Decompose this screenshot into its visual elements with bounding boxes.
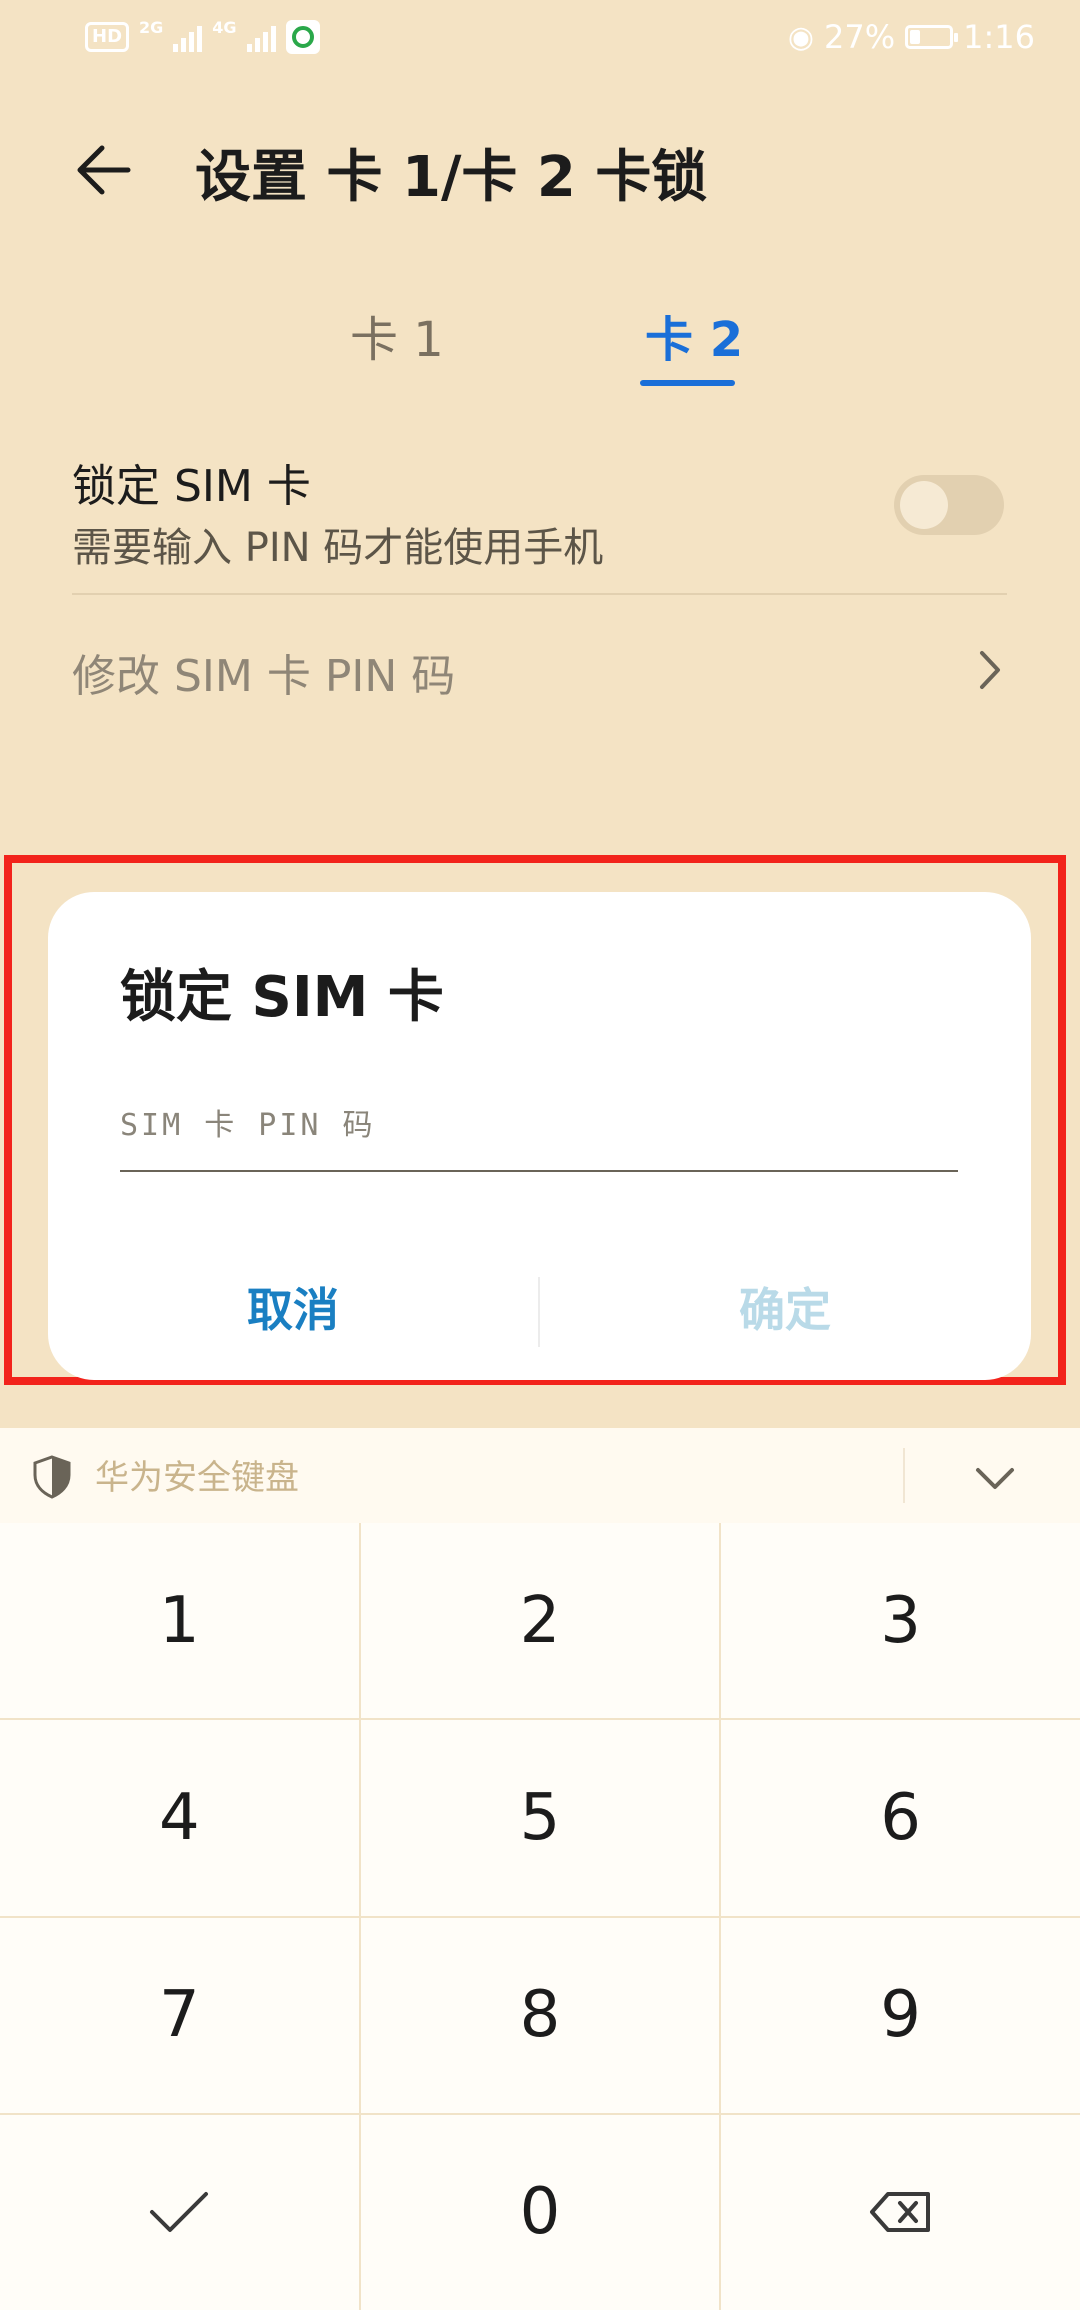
setting-change-pin[interactable]: 修改 SIM 卡 PIN 码 (72, 605, 1012, 725)
shield-icon (33, 1455, 71, 1499)
key-backspace[interactable] (721, 2114, 1080, 2310)
sim-pin-input[interactable] (120, 1092, 958, 1172)
key-1[interactable]: 1 (0, 1523, 359, 1719)
setting-lock-sim-title: 锁定 SIM 卡 (72, 461, 311, 512)
toggle-knob (900, 481, 948, 529)
secure-keyboard: 华为安全键盘 1 2 3 4 5 6 7 8 9 0 (0, 1428, 1080, 2310)
key-5[interactable]: 5 (360, 1720, 720, 1916)
dialog-title: 锁定 SIM 卡 (120, 965, 444, 1030)
lock-sim-dialog: 锁定 SIM 卡 取消 确定 (48, 892, 1031, 1380)
hd-badge: HD (85, 22, 130, 52)
key-3[interactable]: 3 (721, 1523, 1080, 1719)
dialog-buttons: 取消 确定 (48, 1252, 1031, 1362)
setting-change-pin-label: 修改 SIM 卡 PIN 码 (72, 651, 456, 702)
signal-icon (173, 22, 203, 52)
battery-percent: 27% (824, 18, 896, 56)
status-right: ◉ 27% 1:16 (788, 18, 1035, 56)
chevron-down-icon[interactable] (972, 1460, 1018, 1496)
network-type-2: 4G (212, 17, 237, 37)
key-4[interactable]: 4 (0, 1720, 359, 1916)
key-7[interactable]: 7 (0, 1917, 359, 2113)
status-bar: HD 2G 4G ◉ 27% 1:16 (0, 0, 1080, 80)
key-0[interactable]: 0 (360, 2114, 720, 2310)
eye-icon: ◉ (787, 19, 815, 55)
keyboard-label: 华为安全键盘 (95, 1458, 299, 1498)
checkmark-icon (150, 2192, 209, 2233)
numeric-keypad: 1 2 3 4 5 6 7 8 9 0 (0, 1523, 1080, 2310)
backspace-icon (869, 2192, 930, 2233)
tab-card-2[interactable]: 卡 2 (645, 300, 743, 370)
tab-indicator (640, 380, 735, 386)
status-left: HD 2G 4G (85, 17, 320, 54)
clock: 1:16 (963, 18, 1035, 56)
key-8[interactable]: 8 (360, 1917, 720, 2113)
screen: HD 2G 4G ◉ 27% 1:16 设置 卡 1/卡 2 卡锁 卡 1 卡 … (0, 0, 1080, 2310)
key-2[interactable]: 2 (360, 1523, 720, 1719)
chevron-right-icon (980, 651, 1000, 689)
network-type-1: 2G (139, 17, 164, 37)
setting-lock-sim[interactable]: 锁定 SIM 卡 需要输入 PIN 码才能使用手机 (72, 445, 1012, 595)
page-title: 设置 卡 1/卡 2 卡锁 (195, 145, 708, 210)
toolbar-divider (903, 1448, 905, 1503)
setting-lock-sim-subtitle: 需要输入 PIN 码才能使用手机 (72, 525, 604, 571)
cancel-button[interactable]: 取消 (48, 1252, 538, 1362)
battery-fill (910, 30, 921, 44)
arrow-left-icon[interactable] (70, 135, 140, 205)
signal-icon (246, 22, 276, 52)
confirm-button[interactable]: 确定 (540, 1252, 1030, 1362)
sim-tabs: 卡 1 卡 2 (0, 300, 1080, 390)
key-confirm[interactable] (0, 2114, 359, 2310)
carrier-logo-icon (285, 20, 320, 54)
key-9[interactable]: 9 (721, 1917, 1080, 2113)
lock-sim-toggle[interactable] (894, 475, 1004, 535)
divider (72, 593, 1007, 595)
tab-card-1[interactable]: 卡 1 (350, 300, 444, 370)
key-6[interactable]: 6 (721, 1720, 1080, 1916)
battery-icon (905, 25, 959, 49)
app-header: 设置 卡 1/卡 2 卡锁 (0, 110, 1080, 230)
keyboard-toolbar: 华为安全键盘 (0, 1428, 1080, 1523)
